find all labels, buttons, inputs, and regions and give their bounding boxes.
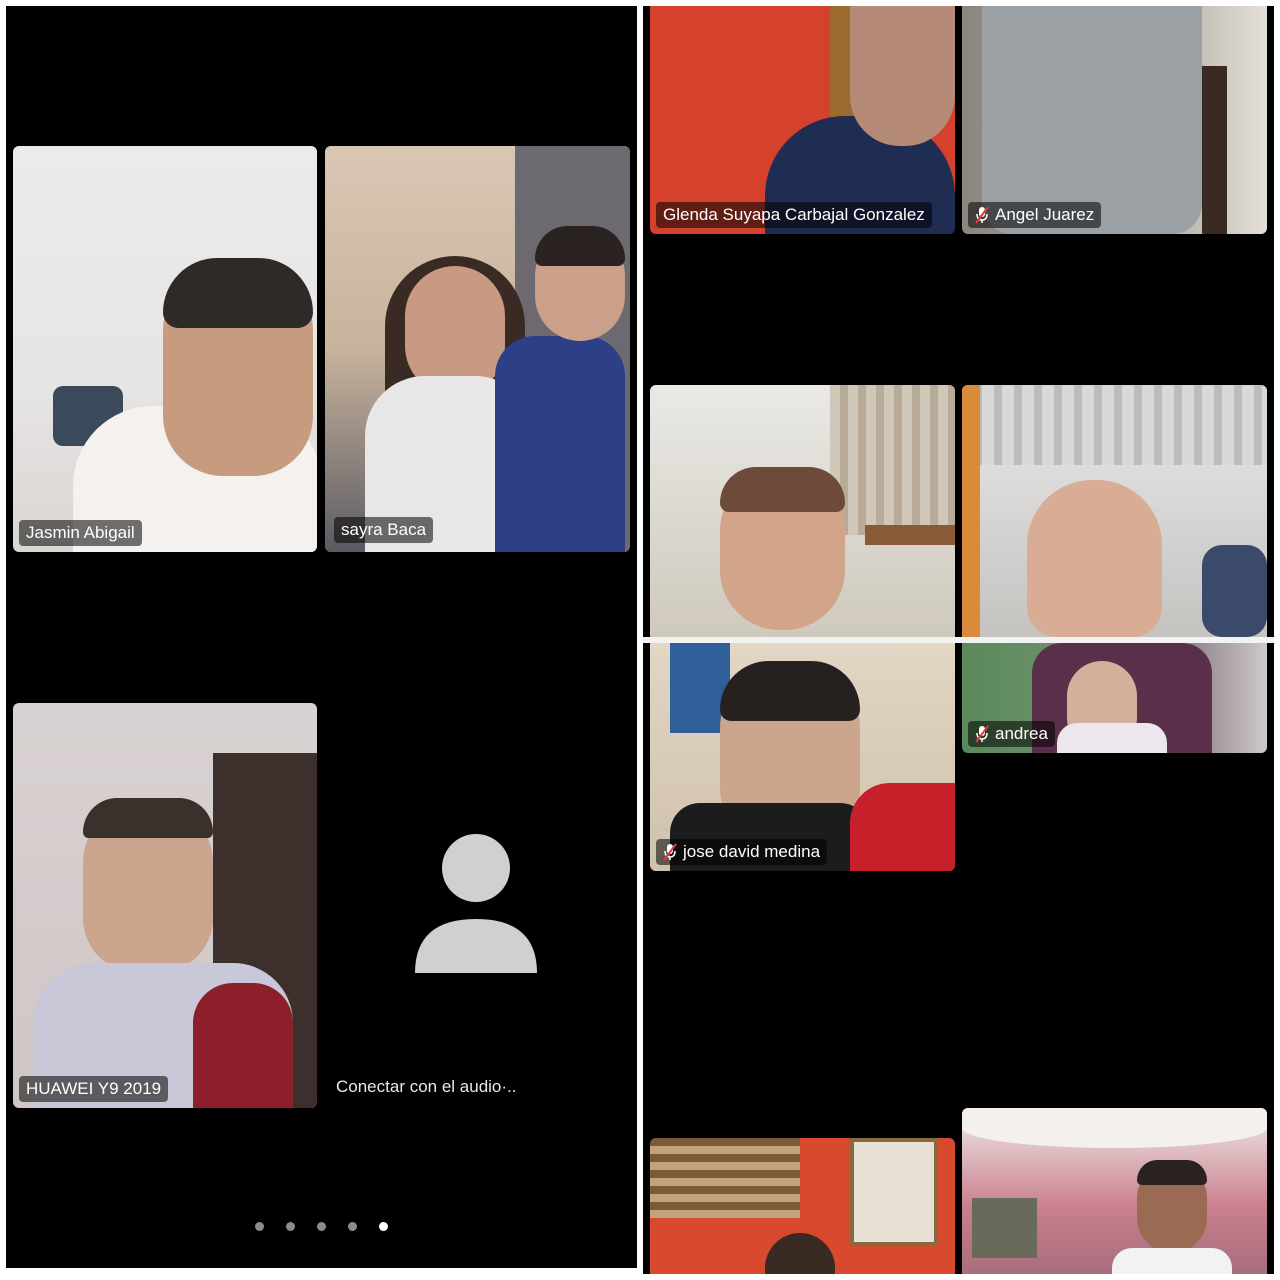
video-tile-andrea[interactable]: andrea (962, 643, 1267, 753)
participant-name-label: jose david medina (656, 839, 828, 865)
video-tile-participant[interactable] (962, 1108, 1267, 1274)
video-tile-angel-juarez[interactable]: Angel Juarez (962, 6, 1267, 234)
video-tile-participant[interactable] (650, 1138, 955, 1274)
page-dot[interactable] (348, 1222, 357, 1231)
page-indicator[interactable] (6, 1222, 637, 1231)
page-dot[interactable] (286, 1222, 295, 1231)
muted-mic-icon (663, 843, 677, 861)
video-tile-huawei-y9-2019[interactable]: HUAWEI Y9 2019 (13, 703, 317, 1108)
page-dot[interactable] (255, 1222, 264, 1231)
video-tile-participant[interactable] (962, 385, 1267, 637)
page-dot[interactable] (317, 1222, 326, 1231)
video-tile-participant[interactable] (650, 385, 955, 637)
participant-name-label: andrea (968, 721, 1055, 747)
participant-name-label: sayra Baca (334, 517, 434, 543)
left-gallery-page: Jasmin Abigail sayra Baca HUAWEI Y9 2019… (6, 6, 637, 1268)
page-dot-current[interactable] (379, 1222, 388, 1231)
video-tile-glenda[interactable]: Glenda Suyapa Carbajal Gonzalez (650, 6, 955, 234)
video-tile-audio-only[interactable]: Conectar con el audio·.. (325, 703, 630, 1108)
participant-name-label: Angel Juarez (968, 202, 1102, 228)
participant-name-label: Glenda Suyapa Carbajal Gonzalez (656, 202, 932, 228)
participant-name-label: HUAWEI Y9 2019 (19, 1076, 169, 1102)
right-gallery-page: Glenda Suyapa Carbajal Gonzalez Angel Ju… (643, 6, 1274, 1274)
connect-audio-label: Conectar con el audio·.. (336, 1077, 517, 1096)
video-tile-jose-david-medina[interactable]: jose david medina (650, 643, 955, 871)
person-avatar-icon (415, 833, 537, 978)
video-tile-jasmin-abigail[interactable]: Jasmin Abigail (13, 146, 317, 552)
muted-mic-icon (975, 725, 989, 743)
muted-mic-icon (975, 206, 989, 224)
participant-name-label: Jasmin Abigail (19, 520, 142, 546)
video-tile-sayra-baca[interactable]: sayra Baca (325, 146, 630, 552)
